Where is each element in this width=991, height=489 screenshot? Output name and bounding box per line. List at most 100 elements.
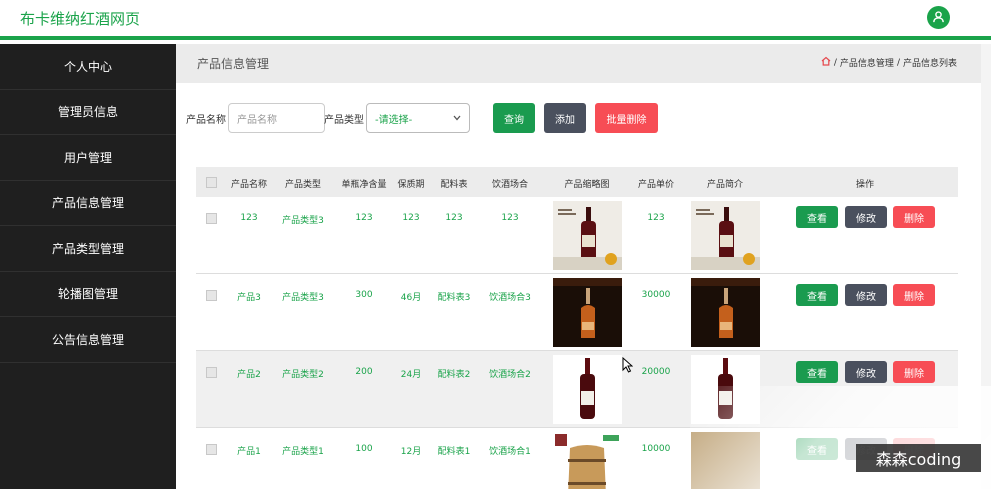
site-title: 布卡维纳红酒网页 [20, 10, 141, 28]
page-title: 产品信息管理 [197, 57, 270, 71]
sidebar-item-label: 轮播图管理 [57, 287, 118, 302]
cell-volume: 300 [355, 290, 373, 300]
add-button[interactable]: 添加 [544, 103, 586, 133]
sidebar-item-label: 公告信息管理 [51, 332, 124, 347]
cell-ingredients: 配料表3 [437, 293, 471, 303]
column-header: 操作 [855, 180, 875, 190]
cell-name: 产品2 [237, 370, 261, 380]
column-header: 配料表 [440, 180, 468, 190]
sidebar-item-label: 个人中心 [63, 59, 112, 74]
cell-occasion: 饮酒场合2 [489, 370, 531, 380]
table-row: 产品3 产品类型3 300 46月 配料表3 饮酒场合3 30000 查看 修改… [196, 274, 958, 351]
query-button[interactable]: 查询 [493, 103, 535, 133]
user-icon [932, 10, 945, 26]
mouse-cursor-icon [622, 356, 634, 376]
top-bar: 布卡维纳红酒网页 [0, 0, 991, 40]
cell-price: 10000 [641, 444, 671, 454]
select-all-checkbox[interactable] [206, 177, 217, 188]
sidebar-item-label: 产品信息管理 [51, 196, 124, 211]
cell-type: 产品类型2 [282, 370, 324, 380]
product-thumbnail[interactable] [553, 278, 622, 347]
cell-occasion: 123 [501, 213, 519, 223]
view-button[interactable]: 查看 [796, 361, 838, 383]
cell-name: 产品1 [237, 447, 261, 457]
row-checkbox[interactable] [206, 444, 217, 455]
product-type-selected: -请选择- [375, 114, 413, 126]
breadcrumb-level1[interactable]: 产品信息管理 [840, 56, 894, 69]
view-button[interactable]: 查看 [796, 206, 838, 228]
sidebar-item-label: 产品类型管理 [51, 241, 124, 256]
cell-volume: 123 [355, 213, 373, 223]
overlay-fade [690, 386, 991, 489]
cell-shelf-life: 46月 [400, 293, 422, 303]
product-intro-image[interactable] [691, 278, 760, 347]
watermark: 森森coding [856, 444, 981, 472]
sidebar-item-personal-center[interactable]: 个人中心 [0, 44, 176, 90]
breadcrumb-separator: / [833, 57, 837, 68]
column-header: 产品单价 [637, 180, 675, 190]
column-header: 保质期 [397, 180, 425, 190]
view-button[interactable]: 查看 [796, 284, 838, 306]
cell-price: 123 [647, 213, 665, 223]
product-thumbnail[interactable] [553, 201, 622, 270]
column-header: 产品缩略图 [564, 180, 610, 190]
cell-ingredients: 配料表1 [437, 447, 471, 457]
cell-occasion: 饮酒场合3 [489, 293, 531, 303]
product-intro-image[interactable] [691, 201, 760, 270]
cell-type: 产品类型3 [282, 216, 324, 226]
cell-volume: 100 [355, 444, 373, 454]
breadcrumb-level2: 产品信息列表 [902, 59, 957, 69]
sidebar-item-product-info[interactable]: 产品信息管理 [0, 181, 176, 226]
cell-type: 产品类型3 [282, 293, 324, 303]
column-header: 单瓶净含量 [341, 180, 387, 190]
search-bar: 产品名称 产品名称 产品类型 -请选择- 查询 添加 批量删除 [186, 103, 966, 133]
product-type-label: 产品类型 [324, 115, 364, 126]
delete-button[interactable]: 删除 [893, 361, 935, 383]
cell-shelf-life: 123 [402, 213, 420, 223]
product-name-placeholder: 产品名称 [237, 114, 277, 126]
product-type-select[interactable]: -请选择- [366, 103, 470, 133]
column-header: 产品名称 [230, 180, 268, 190]
breadcrumb: / 产品信息管理 / 产品信息列表 [821, 56, 957, 69]
home-icon[interactable] [821, 56, 831, 69]
edit-button[interactable]: 修改 [845, 361, 887, 383]
product-name-input[interactable]: 产品名称 [228, 103, 325, 133]
row-checkbox[interactable] [206, 367, 217, 378]
row-checkbox[interactable] [206, 213, 217, 224]
edit-button[interactable]: 修改 [845, 284, 887, 306]
batch-delete-button[interactable]: 批量删除 [595, 103, 658, 133]
cell-occasion: 饮酒场合1 [489, 447, 531, 457]
breadcrumb-separator: / [896, 57, 900, 68]
sidebar-item-user-management[interactable]: 用户管理 [0, 135, 176, 181]
sidebar-item-carousel[interactable]: 轮播图管理 [0, 272, 176, 317]
cell-shelf-life: 12月 [400, 447, 422, 457]
cell-ingredients: 配料表2 [437, 370, 471, 380]
cell-price: 20000 [641, 367, 671, 377]
column-header: 饮酒场合 [491, 180, 529, 190]
cell-name: 产品3 [237, 293, 261, 303]
cell-name: 123 [240, 213, 258, 223]
product-thumbnail[interactable] [553, 432, 622, 489]
chevron-down-icon [453, 113, 461, 124]
row-checkbox[interactable] [206, 290, 217, 301]
delete-button[interactable]: 删除 [893, 206, 935, 228]
edit-button[interactable]: 修改 [845, 206, 887, 228]
sidebar: 个人中心 管理员信息 用户管理 产品信息管理 产品类型管理 轮播图管理 公告信息… [0, 44, 176, 489]
product-name-label: 产品名称 [186, 115, 226, 126]
delete-button[interactable]: 删除 [893, 284, 935, 306]
sidebar-item-product-type[interactable]: 产品类型管理 [0, 226, 176, 272]
product-thumbnail[interactable] [553, 355, 622, 424]
cell-ingredients: 123 [445, 213, 463, 223]
table-row: 123 产品类型3 123 123 123 123 123 查看 修改 删除 [196, 197, 958, 274]
column-header: 产品简介 [706, 180, 744, 190]
cell-price: 30000 [641, 290, 671, 300]
cell-volume: 200 [355, 367, 373, 377]
sidebar-item-label: 用户管理 [63, 150, 112, 165]
user-avatar-button[interactable] [927, 6, 950, 29]
sidebar-item-announcement[interactable]: 公告信息管理 [0, 317, 176, 363]
sidebar-item-admin-info[interactable]: 管理员信息 [0, 90, 176, 135]
cell-shelf-life: 24月 [400, 370, 422, 380]
cell-type: 产品类型1 [282, 447, 324, 457]
column-header: 产品类型 [284, 180, 322, 190]
table-header: 产品名称 产品类型 单瓶净含量 保质期 配料表 饮酒场合 产品缩略图 产品单价 … [196, 167, 958, 197]
